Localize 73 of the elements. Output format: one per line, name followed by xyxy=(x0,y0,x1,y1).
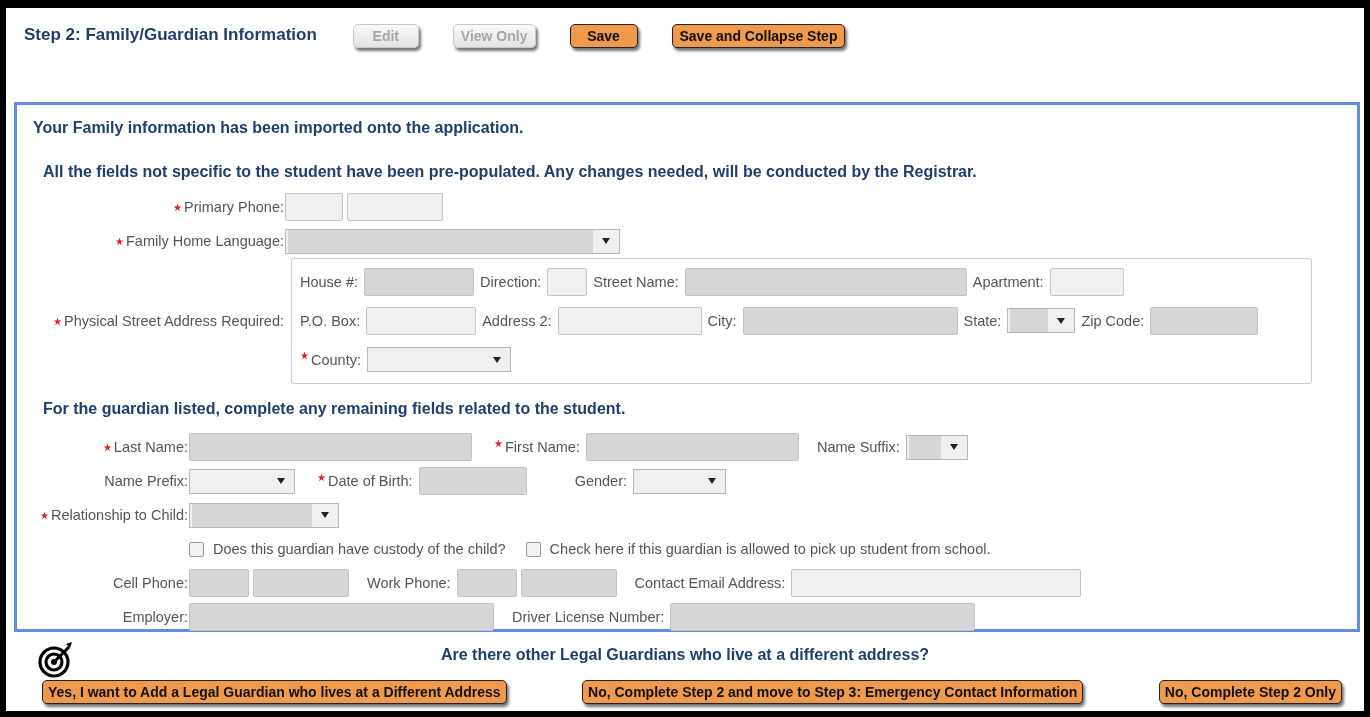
caret-icon xyxy=(320,511,330,519)
choice-button[interactable]: Yes, I want to Add a Legal Guardian who lives at a Different Address xyxy=(42,680,507,704)
text-field[interactable] xyxy=(557,306,702,335)
text-field[interactable] xyxy=(585,433,799,461)
instructions-text: All the fields not specific to the student have been pre-populated. Any changes needed, will be conducted by the Registrar. xyxy=(43,163,978,181)
field-label: Primary Phone: xyxy=(184,199,284,215)
field-label: City: xyxy=(707,312,737,329)
checkbox-label: Check here if this guardian is allowed to pick up student from school. xyxy=(549,541,991,557)
field-label: Apartment: xyxy=(972,273,1044,290)
caret-icon xyxy=(1056,316,1067,325)
dropdown-field[interactable] xyxy=(189,468,295,494)
text-field[interactable] xyxy=(742,306,958,335)
caret-icon xyxy=(601,237,611,245)
field-label: Contact Email Address: xyxy=(634,575,786,591)
field-label: P.O. Box: xyxy=(300,312,361,329)
field-label: First Name: xyxy=(505,439,580,455)
checkbox[interactable] xyxy=(525,541,541,557)
phone-field[interactable] xyxy=(347,193,443,221)
text-field[interactable] xyxy=(418,467,527,495)
phone-field[interactable] xyxy=(189,569,249,597)
step-title: Step 2: Family/Guardian Information xyxy=(24,25,317,45)
dropdown-field[interactable] xyxy=(189,502,339,528)
phone-field[interactable] xyxy=(456,569,517,597)
field-label: Employer: xyxy=(122,609,188,625)
checkbox-label: Does this guardian have custody of the child? xyxy=(213,541,506,557)
notice-text: Your Family information has been imported onto the application. xyxy=(33,119,525,137)
phone-field[interactable] xyxy=(285,193,343,221)
caret-icon xyxy=(276,477,286,485)
text-field[interactable] xyxy=(670,603,976,631)
field-label: Gender: xyxy=(574,473,628,489)
field-label: Last Name: xyxy=(113,439,188,455)
text-field[interactable] xyxy=(364,267,475,296)
field-label: Direction: xyxy=(480,273,542,290)
action-button[interactable]: Save and Collapse Step xyxy=(671,24,846,48)
field-label: County: xyxy=(311,351,361,368)
question-text: Are there other Legal Guardians who live at a different address? xyxy=(440,646,930,664)
field-label: Driver License Number: xyxy=(512,609,665,625)
field-label: State: xyxy=(963,312,1002,329)
caret-icon xyxy=(948,443,959,451)
dropdown-field[interactable] xyxy=(1007,308,1076,333)
dropdown-field[interactable] xyxy=(285,228,620,254)
field-label: Work Phone: xyxy=(367,575,451,591)
choice-button[interactable]: No, Complete Step 2 and move to Step 3: Emergency Contact Information xyxy=(582,680,1084,704)
field-label: Address 2: xyxy=(482,312,552,329)
action-button[interactable]: Save xyxy=(569,24,638,48)
text-field[interactable] xyxy=(547,267,588,296)
caret-icon xyxy=(707,477,718,485)
text-field[interactable] xyxy=(1150,306,1259,335)
choice-button[interactable]: No, Complete Step 2 Only xyxy=(1158,680,1342,704)
caret-icon xyxy=(492,355,502,364)
field-label: Family Home Language: xyxy=(126,233,284,249)
phone-field[interactable] xyxy=(253,569,349,597)
guardian-heading: For the guardian listed, complete any remaining fields related to the student. xyxy=(43,400,627,418)
field-label: House #: xyxy=(300,273,359,290)
text-field[interactable] xyxy=(189,603,494,631)
text-field[interactable] xyxy=(366,306,477,335)
field-label: Cell Phone: xyxy=(113,575,188,591)
dropdown-field[interactable] xyxy=(905,434,968,460)
dropdown-field[interactable] xyxy=(633,468,727,494)
field-label: Physical Street Address Required: xyxy=(63,313,284,329)
dropdown-field[interactable] xyxy=(367,347,511,372)
phone-field[interactable] xyxy=(520,569,617,597)
field-label: Date of Birth: xyxy=(328,473,413,489)
checkbox[interactable] xyxy=(189,541,204,557)
text-field[interactable] xyxy=(1049,267,1124,296)
field-label: Street Name: xyxy=(593,273,679,290)
field-label: Relationship to Child: xyxy=(50,507,188,523)
field-label: Name Prefix: xyxy=(104,473,188,489)
text-field[interactable] xyxy=(684,267,967,296)
text-field[interactable] xyxy=(791,569,1082,597)
field-label: Zip Code: xyxy=(1081,312,1145,329)
text-field[interactable] xyxy=(189,433,472,461)
field-label: Name Suffix: xyxy=(816,439,900,455)
